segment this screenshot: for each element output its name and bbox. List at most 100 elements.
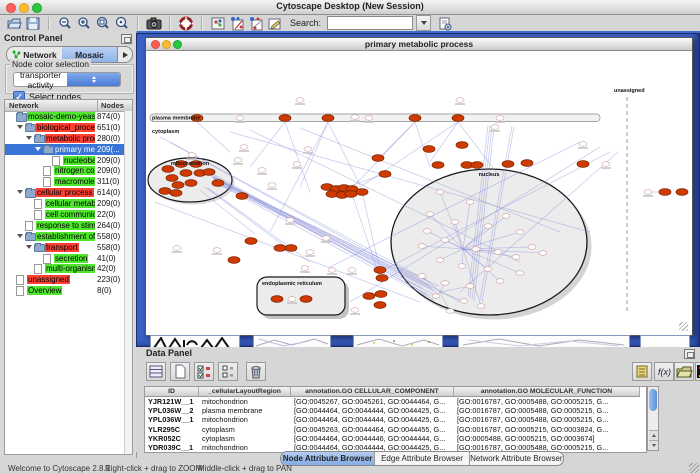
node[interactable] <box>426 212 434 217</box>
scroll-up-icon[interactable] <box>649 430 658 440</box>
save-icon[interactable] <box>25 16 41 31</box>
annotation-icon[interactable] <box>267 16 283 31</box>
tree-row[interactable]: macromolecule311(0) <box>5 176 132 187</box>
node[interactable] <box>279 115 291 122</box>
edge[interactable] <box>352 122 415 188</box>
search-input[interactable] <box>327 16 413 30</box>
table-column-header[interactable]: ID <box>145 387 199 397</box>
node[interactable] <box>351 308 359 313</box>
node[interactable] <box>236 193 248 200</box>
node[interactable] <box>271 296 283 303</box>
edge[interactable] <box>300 122 328 187</box>
node[interactable] <box>306 250 314 255</box>
edge[interactable] <box>197 122 230 152</box>
tree-row[interactable]: cell communicat22(0) <box>5 209 132 220</box>
scrollbar-thumb[interactable] <box>649 389 657 411</box>
node[interactable] <box>203 169 215 176</box>
node[interactable] <box>466 284 474 289</box>
node[interactable] <box>512 255 520 260</box>
node[interactable] <box>436 190 444 195</box>
node-color-dropdown[interactable]: transporter activity <box>13 72 121 87</box>
node[interactable] <box>351 115 359 120</box>
node[interactable] <box>301 266 309 271</box>
node[interactable] <box>172 182 184 189</box>
node[interactable] <box>170 190 182 197</box>
tree-row[interactable]: biological_process651(0) <box>5 122 132 133</box>
node[interactable] <box>345 191 357 198</box>
table-row[interactable]: YKR052Ccytoplasm[GO:0044464, GO:0044446,… <box>145 434 646 443</box>
tree-row[interactable]: nitrogen compo209(0) <box>5 165 132 176</box>
node[interactable] <box>472 247 480 252</box>
table-row[interactable]: YLR295Ccytoplasm[GO:0045263, GO:0044464,… <box>145 425 646 434</box>
node[interactable] <box>602 162 610 167</box>
node[interactable] <box>374 267 386 274</box>
zoom-selected-icon[interactable] <box>95 16 111 31</box>
tree-row[interactable]: unassigned223(0) <box>5 274 132 285</box>
node[interactable] <box>363 293 375 300</box>
node[interactable] <box>466 200 474 205</box>
node[interactable] <box>502 214 510 219</box>
table-row[interactable]: YPL036W__2plasma membrane[GO:0044464, GO… <box>145 406 646 415</box>
tree-row[interactable]: cellular process614(0) <box>5 187 132 198</box>
layout-b-icon[interactable] <box>248 16 264 31</box>
unselect-attributes-icon[interactable] <box>218 362 238 381</box>
import-attributes-icon[interactable] <box>674 362 694 381</box>
node[interactable] <box>240 145 248 150</box>
tree-row[interactable]: transport558(0) <box>5 242 132 253</box>
tree-row[interactable]: nucleobase-209(0) <box>5 155 132 166</box>
node[interactable] <box>496 116 504 121</box>
scroll-down-icon[interactable] <box>649 440 658 450</box>
node[interactable] <box>418 244 426 249</box>
node[interactable] <box>213 248 221 253</box>
attribute-table-icon[interactable] <box>146 362 166 381</box>
edge[interactable] <box>285 122 310 192</box>
node[interactable] <box>274 245 286 252</box>
tree-row[interactable]: primary metabo209(... <box>5 144 132 155</box>
node[interactable] <box>185 180 197 187</box>
node[interactable] <box>372 155 384 162</box>
node[interactable] <box>484 224 492 229</box>
node[interactable] <box>452 115 464 122</box>
layout-a-icon[interactable] <box>229 16 245 31</box>
node[interactable] <box>484 267 492 272</box>
window-resize-grip[interactable] <box>679 322 688 331</box>
node[interactable] <box>188 153 196 158</box>
table-column-header[interactable]: _cellularLayoutRegion <box>199 387 291 397</box>
node[interactable] <box>409 115 421 122</box>
node[interactable] <box>245 238 257 245</box>
node[interactable] <box>180 170 192 177</box>
node[interactable] <box>456 98 464 103</box>
node[interactable] <box>458 264 466 269</box>
table-scrollbar[interactable] <box>647 386 659 451</box>
tabs-overflow-button[interactable] <box>117 47 132 62</box>
edge[interactable] <box>430 122 458 162</box>
expand-arrow-icon[interactable] <box>17 234 23 238</box>
node[interactable] <box>436 258 444 263</box>
node[interactable] <box>328 268 336 273</box>
open-icon[interactable] <box>6 16 22 31</box>
delete-attribute-icon[interactable] <box>246 362 266 381</box>
tree-row[interactable]: metabolic process280(0) <box>5 133 132 144</box>
expand-arrow-icon[interactable] <box>26 245 32 249</box>
expand-arrow-icon[interactable] <box>17 190 23 194</box>
tree-row[interactable]: establishment of lo558(0) <box>5 231 132 242</box>
node[interactable] <box>234 158 242 163</box>
expand-arrow-icon[interactable] <box>26 136 32 140</box>
node[interactable] <box>659 189 671 196</box>
matrix-icon[interactable] <box>695 362 700 381</box>
expand-arrow-icon[interactable] <box>17 125 23 129</box>
node[interactable] <box>516 230 524 235</box>
network-window-titlebar[interactable]: primary metabolic process <box>146 38 692 51</box>
node[interactable] <box>539 251 547 256</box>
select-attributes-icon[interactable] <box>194 362 214 381</box>
node[interactable] <box>159 188 171 195</box>
node[interactable] <box>676 189 688 196</box>
node[interactable] <box>423 146 435 153</box>
node[interactable] <box>521 160 533 167</box>
zoom-in-icon[interactable] <box>76 16 92 31</box>
node[interactable] <box>166 175 178 182</box>
node[interactable] <box>322 236 330 241</box>
node[interactable] <box>432 294 440 299</box>
table-column-header[interactable]: annotation.GO CELLULAR_COMPONENT <box>291 387 454 397</box>
node[interactable] <box>502 161 514 168</box>
